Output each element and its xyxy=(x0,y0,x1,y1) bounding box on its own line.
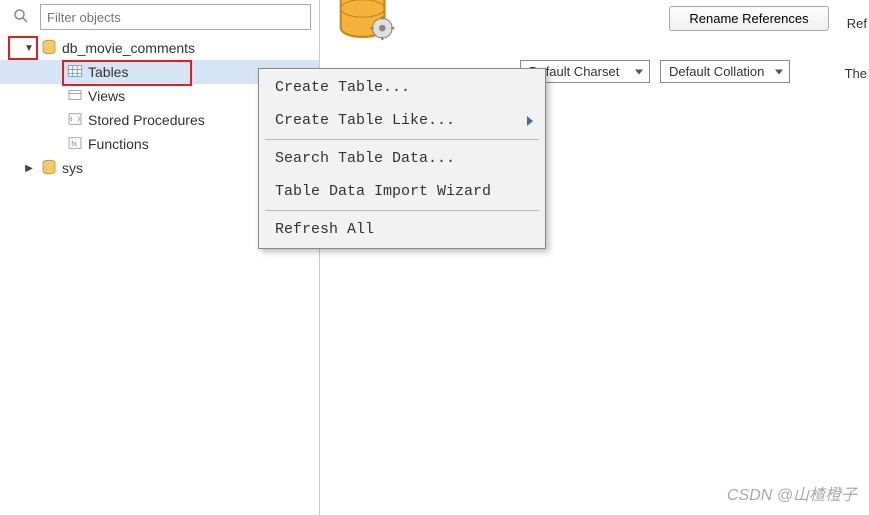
the-label-cut: The xyxy=(845,66,867,81)
filter-row xyxy=(0,0,319,34)
database-icon xyxy=(36,38,62,59)
views-icon xyxy=(62,86,88,107)
menu-create-like-label: Create Table Like... xyxy=(275,112,455,129)
schema-big-icon xyxy=(332,0,402,53)
refactor-label-cut: Ref xyxy=(847,16,867,31)
menu-create-table-like[interactable]: Create Table Like... xyxy=(261,104,543,137)
context-menu: Create Table... Create Table Like... Sea… xyxy=(258,68,546,249)
procs-label: Stored Procedures xyxy=(88,112,205,128)
right-buttons: Rename References xyxy=(669,6,829,31)
db-label: db_movie_comments xyxy=(62,40,195,56)
tables-icon xyxy=(62,62,88,83)
functions-icon: fx xyxy=(62,134,88,155)
submenu-arrow-icon xyxy=(527,116,533,126)
menu-refresh-all[interactable]: Refresh All xyxy=(261,213,543,246)
expander-right-icon[interactable]: ▶ xyxy=(22,161,36,175)
collation-combo[interactable]: Default Collation xyxy=(660,60,790,83)
menu-separator xyxy=(265,139,539,140)
svg-text:fx: fx xyxy=(71,139,77,148)
menu-create-table[interactable]: Create Table... xyxy=(261,71,543,104)
menu-import-wizard[interactable]: Table Data Import Wizard xyxy=(261,175,543,208)
rename-references-button[interactable]: Rename References xyxy=(669,6,829,31)
procs-icon xyxy=(62,110,88,131)
watermark: CSDN @山楂橙子 xyxy=(727,481,857,505)
tables-label: Tables xyxy=(88,64,128,80)
views-label: Views xyxy=(88,88,125,104)
expander-down-icon[interactable]: ▼ xyxy=(22,41,36,55)
menu-separator xyxy=(265,210,539,211)
search-icon xyxy=(8,7,34,28)
menu-search-table[interactable]: Search Table Data... xyxy=(261,142,543,175)
filter-input[interactable] xyxy=(40,4,311,30)
charset-row: Default Charset Default Collation xyxy=(520,60,790,83)
db-node[interactable]: ▼ db_movie_comments xyxy=(0,36,319,60)
database-icon xyxy=(36,158,62,179)
collation-value: Default Collation xyxy=(669,64,764,79)
functions-label: Functions xyxy=(88,136,149,152)
sys-label: sys xyxy=(62,160,83,176)
